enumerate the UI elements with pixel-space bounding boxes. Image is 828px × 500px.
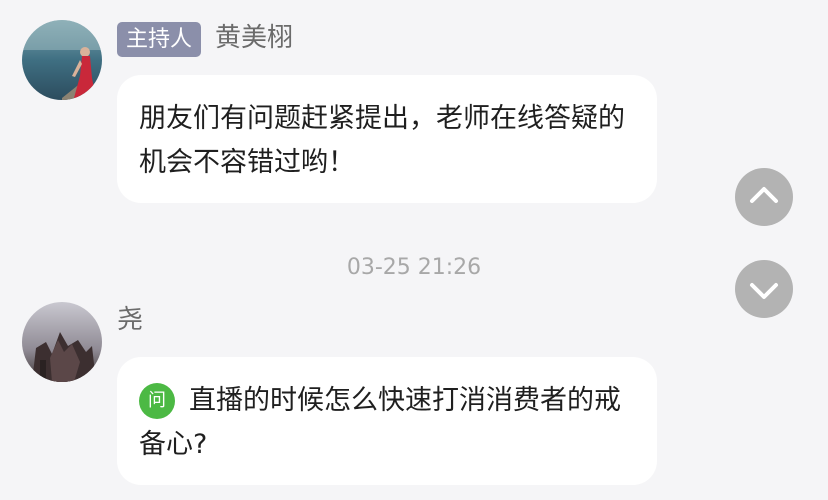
host-avatar-image [22, 20, 102, 100]
message-text: 朋友们有问题赶紧提出，老师在线答疑的机会不容错过哟！ [139, 103, 625, 178]
message-bubble-question: 问直播的时候怎么快速打消消费者的戒备心? [117, 357, 657, 485]
question-badge: 问 [139, 383, 175, 419]
scroll-up-button[interactable] [735, 168, 793, 226]
user-name: 尧 [117, 305, 144, 335]
chevron-down-icon [750, 283, 778, 299]
message-timestamp: 03-25 21:26 [346, 255, 482, 280]
chevron-up-icon [750, 187, 778, 203]
scroll-down-button[interactable] [735, 260, 793, 318]
avatar-user[interactable] [22, 302, 102, 382]
host-badge: 主持人 [117, 22, 201, 57]
question-text: 直播的时候怎么快速打消消费者的戒备心? [139, 385, 621, 460]
host-name: 黄美栩 [215, 23, 294, 53]
avatar-host[interactable] [22, 20, 102, 100]
message-bubble-host: 朋友们有问题赶紧提出，老师在线答疑的机会不容错过哟！ [117, 75, 657, 203]
user-avatar-image [22, 302, 102, 382]
